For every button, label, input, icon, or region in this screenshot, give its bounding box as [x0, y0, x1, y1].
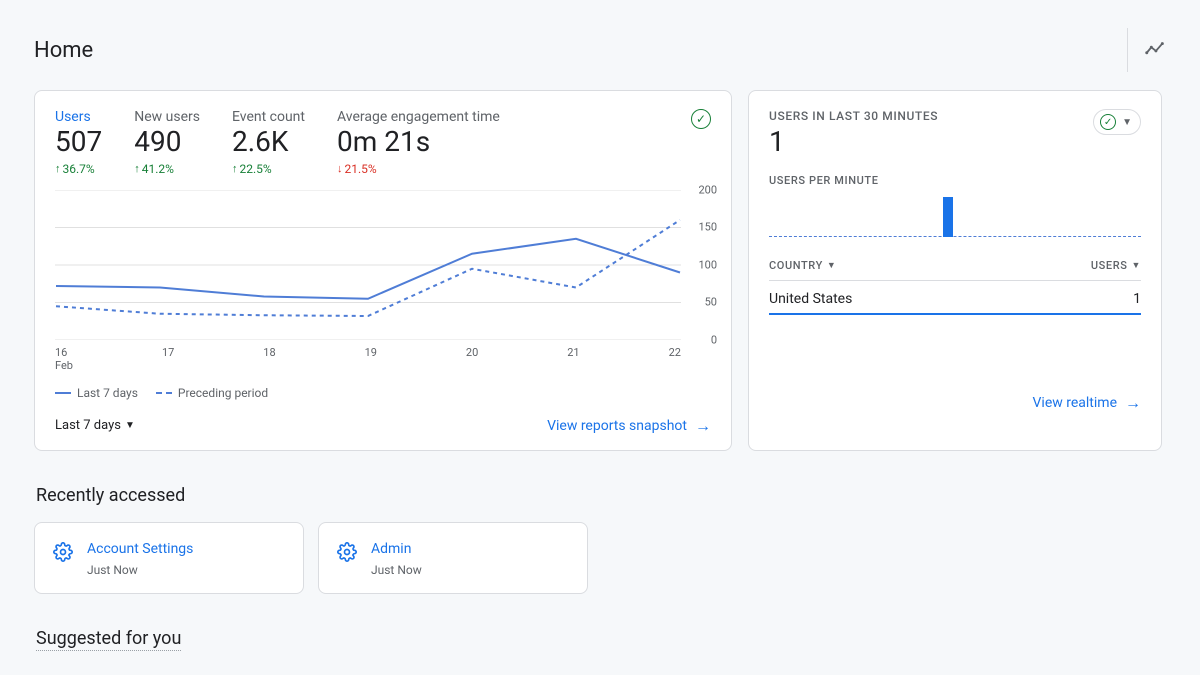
y-tick-label: 50	[705, 296, 717, 309]
recently-accessed-title: Recently accessed	[36, 485, 1166, 506]
legend-swatch-dashed	[156, 392, 172, 394]
caret-down-icon: ▼	[827, 260, 837, 271]
view-realtime-link[interactable]: View realtime →	[1033, 395, 1141, 411]
gear-icon	[337, 542, 357, 566]
y-tick-label: 100	[698, 258, 717, 271]
realtime-title: USERS IN LAST 30 MINUTES	[769, 109, 938, 123]
page-title: Home	[34, 38, 93, 63]
users-per-minute-chart	[769, 197, 1141, 237]
users-column-header[interactable]: USERS ▼	[1091, 259, 1141, 272]
metric-label: Users	[55, 109, 102, 125]
view-realtime-label: View realtime	[1033, 395, 1117, 411]
metric-label: New users	[134, 109, 200, 125]
realtime-status-dropdown[interactable]: ✓ ▼	[1093, 109, 1141, 135]
country-column-header[interactable]: COUNTRY ▼	[769, 259, 836, 272]
mini-chart-baseline	[769, 236, 1141, 237]
recent-card-account-settings[interactable]: Account Settings Just Now	[34, 522, 304, 594]
legend-swatch-solid	[55, 392, 71, 394]
overview-card: ✓ Users 507 36.7% New users 490 41.2% Event …	[34, 90, 732, 451]
metric-value: 0m 21s	[337, 127, 500, 158]
view-reports-label: View reports snapshot	[547, 418, 687, 434]
legend-label-dashed: Preceding period	[178, 386, 268, 400]
users-per-minute-label: USERS PER MINUTE	[769, 174, 1141, 187]
metric-value: 507	[55, 127, 102, 158]
insights-icon-button[interactable]	[1127, 28, 1166, 72]
users-trend-chart: 050100150200 16Feb171819202122	[55, 190, 711, 372]
realtime-table-row: United States 1	[769, 281, 1141, 313]
legend-item-solid: Last 7 days	[55, 386, 138, 400]
arrow-right-icon: →	[1125, 395, 1141, 411]
date-range-picker[interactable]: Last 7 days ▼	[55, 418, 135, 433]
metric-delta: 22.5%	[232, 162, 305, 176]
metric-label: Average engagement time	[337, 109, 500, 125]
metric-delta: 36.7%	[55, 162, 102, 176]
legend-label-solid: Last 7 days	[77, 386, 138, 400]
status-check-icon[interactable]: ✓	[691, 109, 711, 129]
users-cell: 1	[1133, 291, 1141, 307]
gear-icon	[53, 542, 73, 566]
metric-label: Event count	[232, 109, 305, 125]
x-tick-label: 22	[669, 346, 681, 372]
y-tick-label: 200	[698, 183, 717, 196]
metric-users[interactable]: Users 507 36.7%	[55, 109, 102, 176]
caret-down-icon: ▼	[125, 420, 135, 431]
x-tick-label: 18	[263, 346, 275, 372]
metric-new-users[interactable]: New users 490 41.2%	[134, 109, 200, 176]
y-tick-label: 150	[698, 221, 717, 234]
x-tick-label: 17	[162, 346, 174, 372]
date-range-label: Last 7 days	[55, 418, 121, 433]
mini-chart-bar	[943, 197, 953, 237]
caret-down-icon: ▼	[1122, 117, 1132, 128]
x-tick-label: 20	[466, 346, 478, 372]
metric-event-count[interactable]: Event count 2.6K 22.5%	[232, 109, 305, 176]
suggested-for-you-title[interactable]: Suggested for you	[36, 628, 181, 651]
metric-average-engagement-time[interactable]: Average engagement time 0m 21s 21.5%	[337, 109, 500, 176]
recent-card-title: Admin	[371, 541, 422, 557]
realtime-value: 1	[769, 125, 938, 158]
metric-value: 2.6K	[232, 127, 305, 158]
caret-down-icon: ▼	[1131, 260, 1141, 271]
x-tick-label: 16Feb	[55, 346, 73, 372]
insights-icon	[1144, 39, 1166, 61]
y-tick-label: 0	[711, 333, 717, 346]
metric-delta: 21.5%	[337, 162, 500, 176]
check-circle-icon: ✓	[1100, 114, 1116, 130]
x-tick-label: 19	[365, 346, 377, 372]
metric-delta: 41.2%	[134, 162, 200, 176]
country-cell: United States	[769, 291, 852, 307]
arrow-right-icon: →	[695, 418, 711, 434]
realtime-card: USERS IN LAST 30 MINUTES 1 ✓ ▼ USERS PER…	[748, 90, 1162, 451]
legend-item-dashed: Preceding period	[156, 386, 268, 400]
view-reports-snapshot-link[interactable]: View reports snapshot →	[547, 418, 711, 434]
chart-legend: Last 7 days Preceding period	[55, 386, 711, 400]
recent-card-subtitle: Just Now	[87, 563, 193, 577]
recent-card-admin[interactable]: Admin Just Now	[318, 522, 588, 594]
row-underline	[769, 313, 1141, 315]
recent-card-subtitle: Just Now	[371, 563, 422, 577]
recent-card-title: Account Settings	[87, 541, 193, 557]
x-tick-label: 21	[567, 346, 579, 372]
metric-value: 490	[134, 127, 200, 158]
